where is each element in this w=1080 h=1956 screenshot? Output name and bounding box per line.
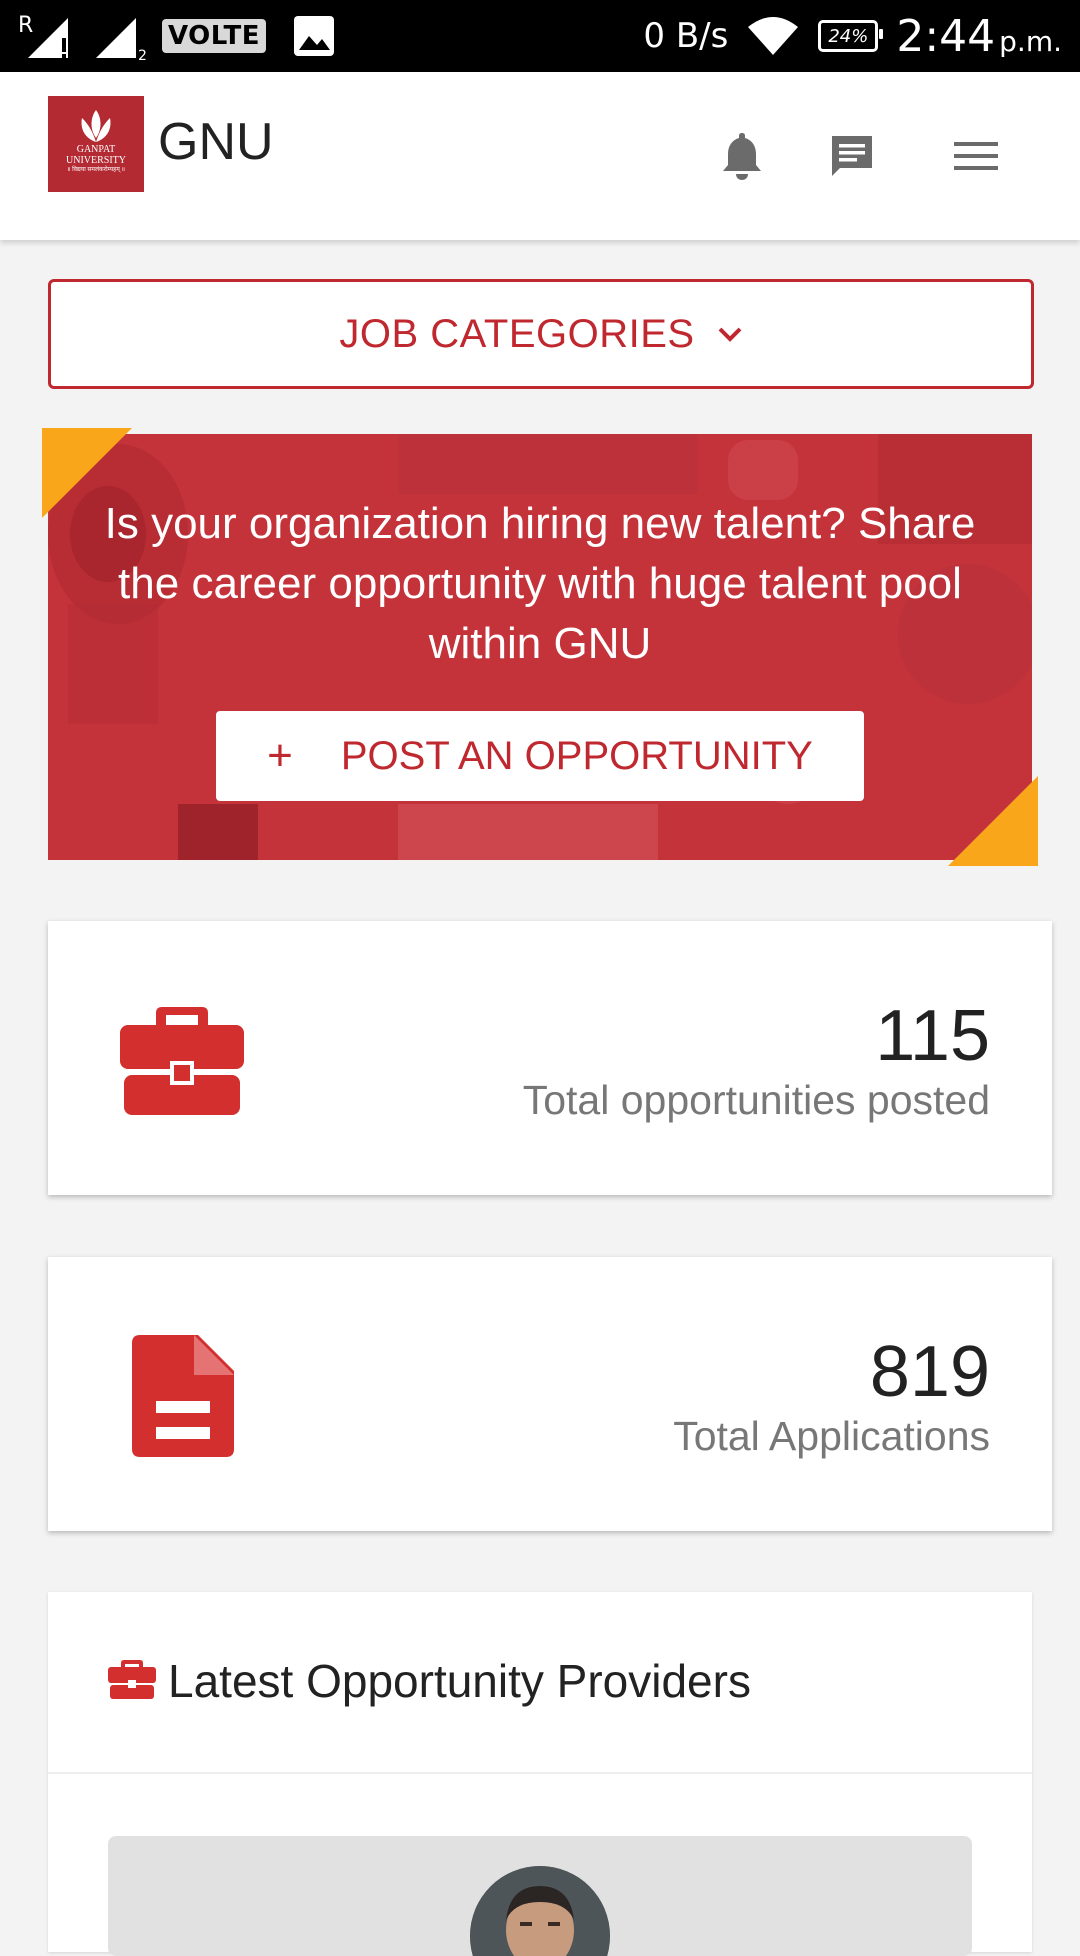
providers-header: Latest Opportunity Providers [48,1592,1032,1774]
notifications-button[interactable] [716,130,768,182]
app-title: GNU [158,113,274,171]
post-opportunity-label: POST AN OPPORTUNITY [340,733,813,778]
status-bar: R 2 VOLTE 0 B/s 24% 2:44 p.m. [0,0,1080,72]
menu-button[interactable] [950,130,1002,182]
battery-indicator: 24% [818,20,884,52]
stat-card-opportunities[interactable]: 115 Total opportunities posted [48,921,1052,1195]
logo-line-2: UNIVERSITY [66,155,126,166]
stat-value: 819 [869,1332,990,1412]
signal-sim1-icon: R [18,13,68,58]
banner-message: Is your organization hiring new talent? … [104,499,976,668]
menu-icon [954,142,998,170]
wifi-icon [748,17,799,55]
volte-badge: VOLTE [162,19,267,53]
data-speed: 0 B/s [643,16,729,56]
signal-sim2-icon: 2 [96,18,147,62]
logo-tagline: ॥ विद्यया समलंकरोम्यहम् ॥ [67,167,125,173]
logo-emblem-icon [81,110,111,142]
briefcase-icon [120,1007,244,1115]
stat-value: 115 [875,996,990,1076]
logo-line-1: GANPAT [76,144,116,155]
provider-card[interactable] [108,1836,972,1956]
document-icon [132,1335,234,1457]
bell-icon [723,133,761,180]
briefcase-icon [108,1660,156,1699]
avatar [470,1866,610,1956]
post-opportunity-button[interactable]: + POST AN OPPORTUNITY [216,711,864,801]
plus-icon: + [267,731,293,780]
avatar-image [470,1866,610,1956]
chevron-down-icon [718,327,742,342]
app-header: GANPAT UNIVERSITY ॥ विद्यया समलंकरोम्यहम… [0,72,1080,240]
university-logo[interactable]: GANPAT UNIVERSITY ॥ विद्यया समलंकरोम्यहम… [48,96,144,192]
stat-card-applications[interactable]: 819 Total Applications [48,1257,1052,1531]
hiring-banner: Is your organization hiring new talent? … [48,434,1032,860]
clock-time: 2:44 [896,10,996,62]
job-categories-button[interactable]: JOB CATEGORIES [48,279,1034,389]
svg-text:R: R [18,13,33,38]
clock: 2:44 p.m. [896,11,1062,62]
svg-text:2: 2 [138,48,147,62]
job-categories-label: JOB CATEGORIES [339,311,695,356]
clock-suffix: p.m. [999,24,1062,58]
stat-label: Total Applications [673,1413,990,1459]
banner-corner-bottom-right [948,776,1038,866]
gallery-notification-icon [294,16,335,56]
chat-icon [832,136,872,176]
latest-providers-section: Latest Opportunity Providers [48,1592,1032,1956]
messages-button[interactable] [826,130,878,182]
banner-corner-top-left [42,428,132,518]
stat-label: Total opportunities posted [522,1077,990,1123]
providers-title: Latest Opportunity Providers [168,1655,751,1707]
